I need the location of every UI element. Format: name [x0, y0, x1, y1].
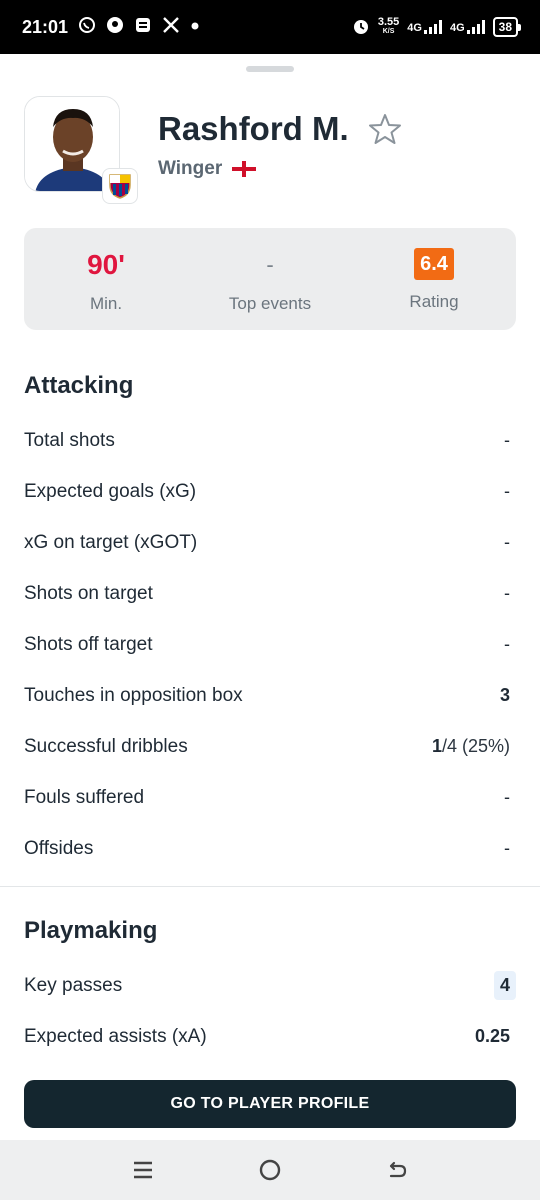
- club-badge-icon: [102, 168, 138, 204]
- key-passes-value: 4: [493, 971, 516, 1000]
- back-button[interactable]: [377, 1150, 417, 1190]
- x-icon: [162, 16, 180, 39]
- stat-label: Shots off target: [24, 633, 153, 655]
- status-bar: 21:01 3.55 K/S 4G 4G 38: [0, 0, 540, 54]
- playmaking-title: Playmaking: [24, 917, 158, 944]
- rating-badge: 6.4: [414, 248, 454, 280]
- menu-lines-icon: [134, 1161, 153, 1179]
- attacking-title: Attacking: [24, 372, 134, 399]
- player-position-row: Winger: [158, 158, 257, 180]
- stat-row: Offsides -: [24, 823, 516, 874]
- status-time: 21:01: [22, 16, 69, 37]
- battery-indicator: 38: [492, 17, 522, 37]
- stat-value: -: [504, 787, 510, 807]
- status-right: 3.55 K/S 4G 4G 38: [352, 17, 522, 38]
- network-type-1: 4G: [407, 22, 422, 34]
- stat-value: -: [504, 838, 510, 858]
- system-nav-bar: [0, 1140, 540, 1200]
- stat-row: Shots off target -: [24, 619, 516, 670]
- network-type-2: 4G: [449, 22, 465, 34]
- minutes-label: Min.: [89, 294, 123, 313]
- stat-value-bold: 3: [499, 685, 510, 705]
- app-notification-icon: [106, 16, 124, 39]
- sheet-grabber[interactable]: [246, 66, 294, 72]
- player-position: Winger: [158, 158, 223, 179]
- stat-row: Expected goals (xG) -: [24, 466, 516, 517]
- stat-label: Touches in opposition box: [24, 684, 243, 706]
- stat-value: -: [504, 634, 510, 654]
- app-notification-icon-2: [134, 16, 152, 39]
- stat-label: Fouls suffered: [24, 786, 145, 808]
- player-name: Rashford M.: [158, 110, 349, 147]
- signal-bars-icon: [423, 20, 442, 34]
- network-speed: 3.55 K/S: [378, 17, 399, 37]
- stat-row: Shots on target -: [24, 568, 516, 619]
- stat-label: Expected assists (xA): [24, 1025, 207, 1047]
- match-summary-card: 90' Min. - Top events 6.4 Rating: [24, 228, 516, 330]
- stat-label: Expected goals (xG): [24, 480, 197, 502]
- signal-1: 4G: [407, 20, 442, 34]
- whatsapp-icon: [78, 16, 96, 39]
- top-events-value: -: [266, 252, 274, 277]
- stat-row: Expected assists (xA) 0.25: [24, 1011, 516, 1062]
- notification-dot-icon: [190, 18, 200, 36]
- stat-value: 1/4 (25%): [432, 736, 516, 757]
- home-button[interactable]: [250, 1150, 290, 1190]
- top-events-label: Top events: [228, 294, 312, 313]
- section-divider: [0, 886, 540, 887]
- signal-2: 4G: [450, 20, 485, 34]
- alarm-icon: [352, 17, 370, 38]
- stat-label: Successful dribbles: [24, 735, 188, 757]
- summary-minutes: 90' Min.: [24, 228, 188, 330]
- england-flag-icon: [232, 161, 257, 177]
- stat-value: -: [504, 532, 510, 552]
- stat-label: Offsides: [24, 837, 94, 859]
- speed-unit: K/S: [382, 28, 395, 35]
- stat-row: xG on target (xGOT) -: [24, 517, 516, 568]
- speed-value: 3.55: [377, 16, 400, 28]
- home-circle-icon: [259, 1159, 281, 1181]
- minutes-value: 90': [87, 249, 125, 280]
- stat-row: Touches in opposition box 3: [24, 670, 516, 721]
- stat-label: Total shots: [24, 429, 115, 451]
- stat-label: xG on target (xGOT): [24, 531, 198, 553]
- recent-apps-button[interactable]: [123, 1150, 163, 1190]
- stat-label: Shots on target: [24, 582, 153, 604]
- stat-row: Total shots -: [24, 415, 516, 466]
- status-left: 21:01: [22, 16, 200, 39]
- stat-label: Key passes: [24, 974, 123, 996]
- stat-row: Successful dribbles 1/4 (25%): [24, 721, 516, 772]
- stat-value: 0.25: [475, 1026, 516, 1047]
- signal-bars-icon-2: [466, 20, 485, 34]
- stat-row: Fouls suffered -: [24, 772, 516, 823]
- summary-top-events: - Top events: [188, 228, 352, 330]
- dribbles-success-count: 1: [431, 736, 442, 756]
- summary-rating: 6.4 Rating: [352, 228, 516, 330]
- back-arrow-icon: [389, 1161, 406, 1178]
- expected-assists-value: 0.25: [474, 1026, 510, 1046]
- stat-value: 3: [500, 685, 516, 706]
- favorite-star-icon[interactable]: [368, 112, 402, 146]
- rating-label: Rating: [409, 292, 459, 311]
- go-to-player-profile-button[interactable]: GO TO PLAYER PROFILE: [24, 1080, 516, 1128]
- stat-value: -: [504, 583, 510, 603]
- stat-value: -: [504, 430, 510, 450]
- dribbles-total: /4 (25%): [441, 736, 510, 756]
- stat-row: Key passes 4: [24, 960, 516, 1011]
- stat-value: -: [504, 481, 510, 501]
